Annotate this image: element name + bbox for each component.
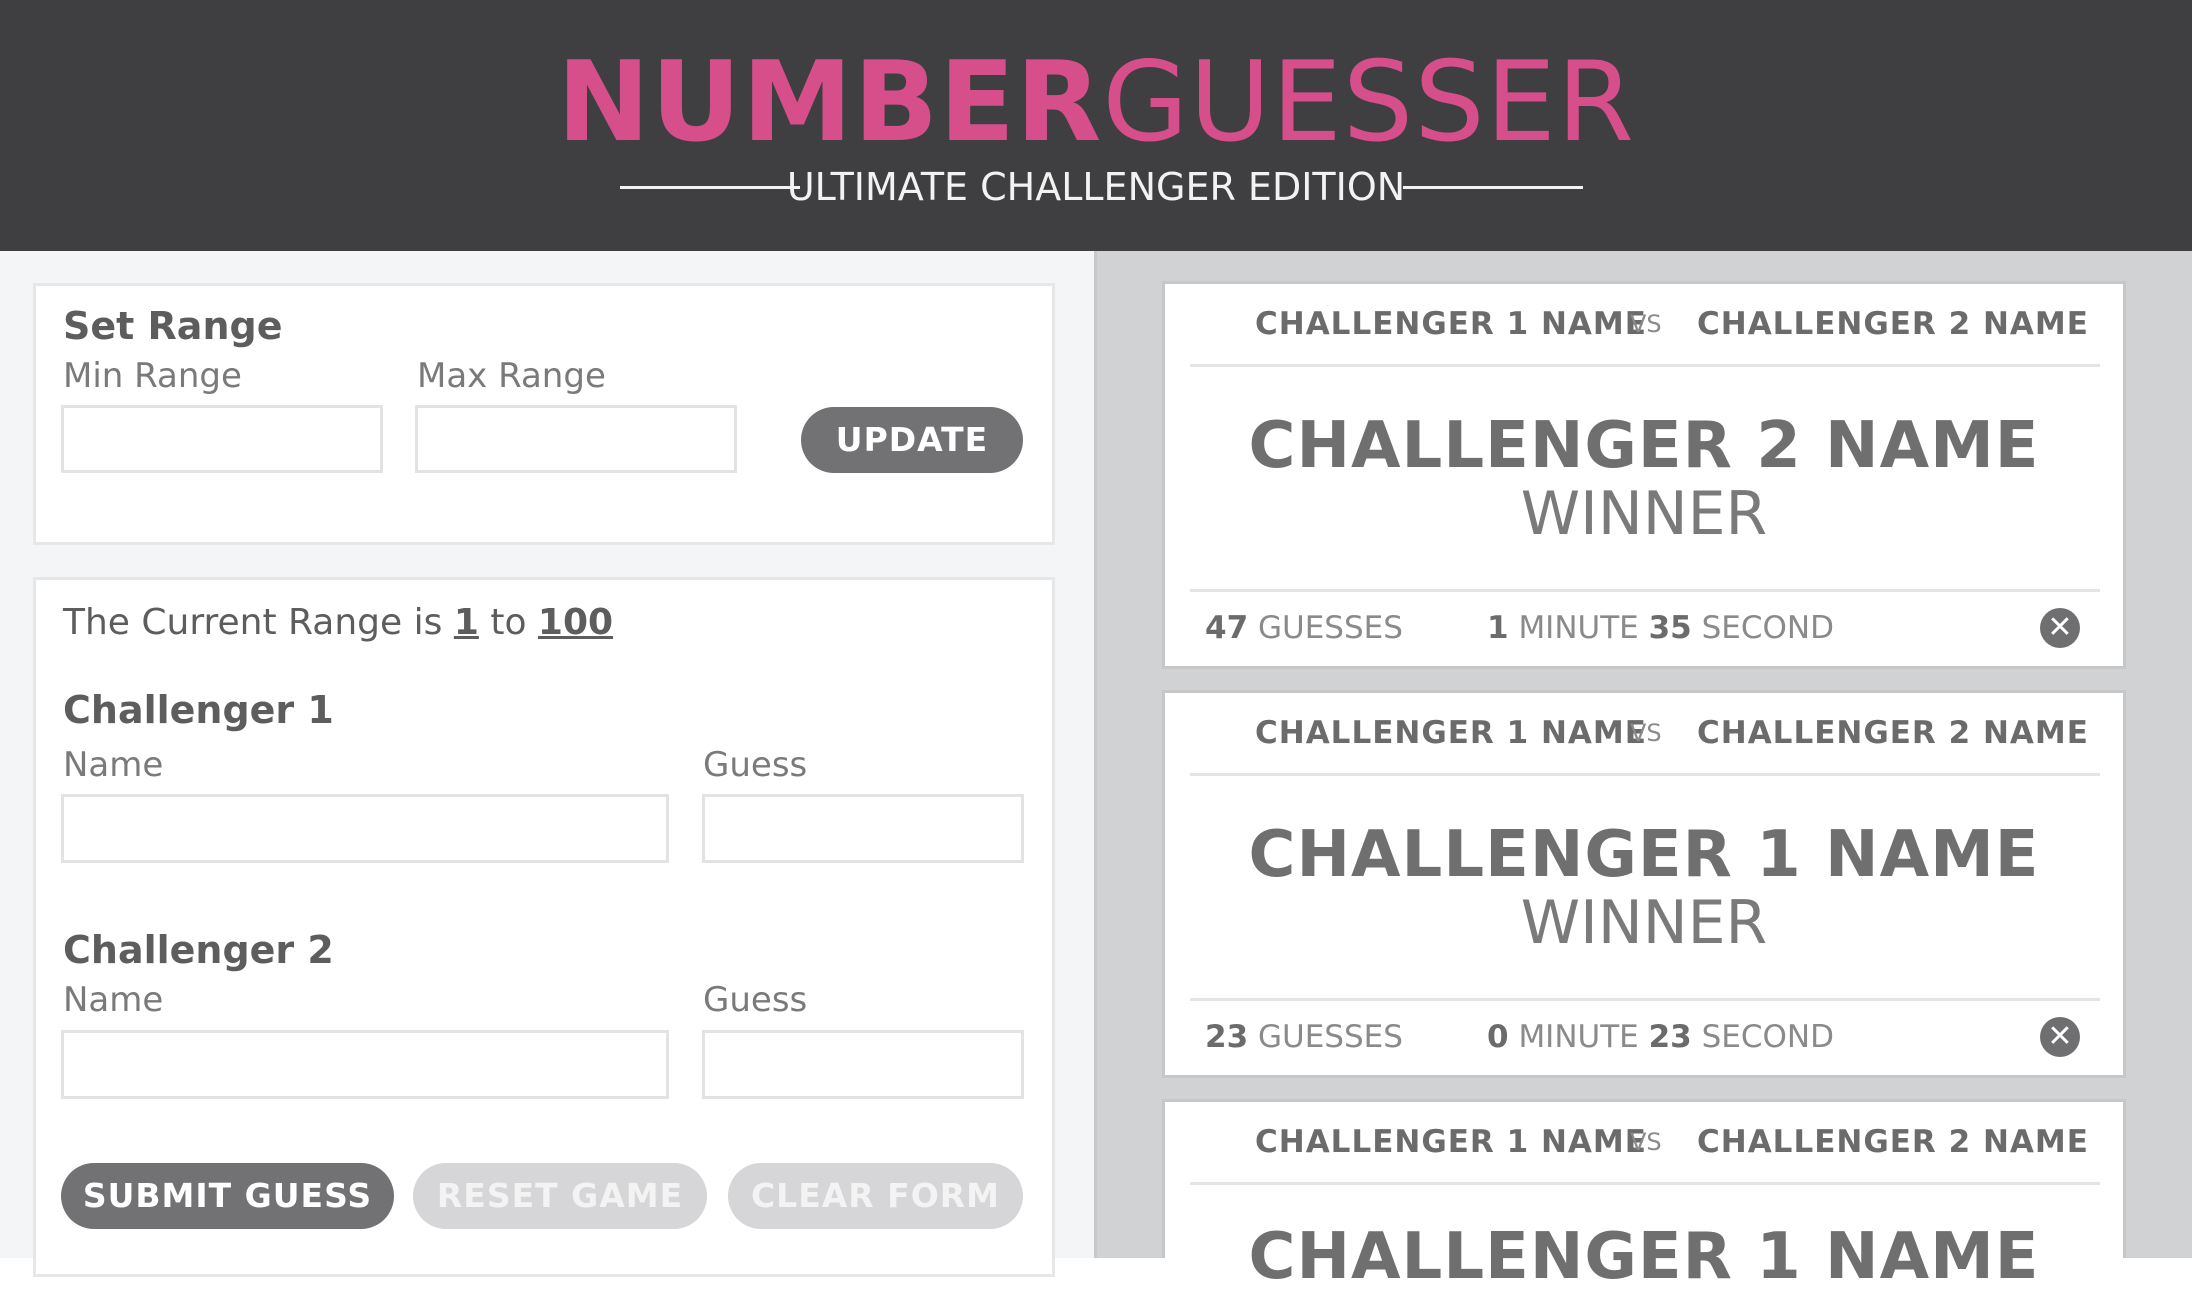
challenger2-heading: Challenger 2 (63, 928, 334, 972)
challenger1-name-label: Name (63, 745, 164, 785)
card-second-label: SECOND (1701, 610, 1834, 646)
card-challenger2-name: CHALLENGER 2 NAME (1697, 306, 2089, 342)
challenger1-heading: Challenger 1 (63, 688, 334, 732)
app-title-bold: NUMBER (557, 38, 1103, 167)
card-winner-label: WINNER (1520, 479, 1768, 549)
app-title: NUMBERGUESSER (0, 38, 2192, 168)
card-challenger1-name: CHALLENGER 1 NAME (1255, 1124, 1647, 1160)
card-guesses: 47 GUESSES (1205, 610, 1403, 646)
card-minute-label: MINUTE (1518, 610, 1639, 646)
max-range-input[interactable] (415, 405, 737, 473)
card-minutes: 1 (1487, 610, 1509, 646)
card-challenger1-name: CHALLENGER 1 NAME (1255, 306, 1647, 342)
card-winner-name: CHALLENGER 2 NAME (1248, 409, 2040, 483)
min-range-label: Min Range (63, 356, 242, 396)
current-range-max: 100 (537, 602, 614, 643)
app-subtitle: ULTIMATE CHALLENGER EDITION (786, 165, 1406, 209)
current-range-to: to (490, 602, 527, 643)
card-second-label: SECOND (1701, 1019, 1834, 1055)
result-card: CHALLENGER 1 NAME VS CHALLENGER 2 NAME C… (1162, 690, 2126, 1078)
card-vs: VS (1630, 719, 1662, 747)
challenger2-guess-label: Guess (703, 980, 808, 1020)
challenger1-guess-label: Guess (703, 745, 808, 785)
min-range-input[interactable] (61, 405, 383, 473)
challenger2-name-label: Name (63, 980, 164, 1020)
challenger2-guess-input[interactable] (702, 1030, 1024, 1099)
card-challenger2-name: CHALLENGER 2 NAME (1697, 715, 2089, 751)
challenger1-name-input[interactable] (61, 794, 669, 863)
card-guesses-count: 47 (1205, 610, 1249, 646)
card-vs: VS (1630, 310, 1662, 338)
close-icon[interactable]: ✕ (2040, 608, 2080, 648)
card-winner-label: WINNER (1520, 888, 1768, 958)
card-divider (1190, 1182, 2100, 1185)
challenger2-name-input[interactable] (61, 1030, 669, 1099)
card-minute-label: MINUTE (1518, 1019, 1639, 1055)
card-winner-name: CHALLENGER 1 NAME (1248, 818, 2040, 892)
card-divider (1190, 998, 2100, 1001)
card-challenger2-name: CHALLENGER 2 NAME (1697, 1124, 2089, 1160)
submit-guess-button[interactable]: SUBMIT GUESS (61, 1163, 394, 1229)
card-vs: VS (1630, 1128, 1662, 1156)
card-time: 1 MINUTE 35 SECOND (1487, 610, 1834, 646)
current-range-min: 1 (453, 602, 479, 643)
card-seconds: 35 (1648, 610, 1692, 646)
card-guesses-label: GUESSES (1258, 610, 1403, 646)
app-header: NUMBERGUESSER ULTIMATE CHALLENGER EDITIO… (0, 0, 2192, 251)
card-guesses-count: 23 (1205, 1019, 1249, 1055)
card-divider (1190, 589, 2100, 592)
card-seconds: 23 (1648, 1019, 1692, 1055)
card-guesses-label: GUESSES (1258, 1019, 1403, 1055)
card-winner-name: CHALLENGER 1 NAME (1248, 1220, 2040, 1294)
card-divider (1190, 773, 2100, 776)
max-range-label: Max Range (417, 356, 606, 396)
update-button[interactable]: UPDATE (801, 407, 1023, 473)
card-divider (1190, 364, 2100, 367)
clear-form-button[interactable]: CLEAR FORM (728, 1163, 1023, 1229)
app-title-light: GUESSER (1102, 38, 1635, 167)
current-range-prefix: The Current Range is (63, 602, 443, 643)
set-range-heading: Set Range (63, 304, 283, 348)
card-time: 0 MINUTE 23 SECOND (1487, 1019, 1834, 1055)
subtitle-rule-right (1403, 186, 1583, 189)
reset-game-button[interactable]: RESET GAME (413, 1163, 707, 1229)
result-card: CHALLENGER 1 NAME VS CHALLENGER 2 NAME C… (1162, 281, 2126, 669)
card-minutes: 0 (1487, 1019, 1509, 1055)
result-card: CHALLENGER 1 NAME VS CHALLENGER 2 NAME C… (1162, 1099, 2126, 1294)
card-guesses: 23 GUESSES (1205, 1019, 1403, 1055)
challenger1-guess-input[interactable] (702, 794, 1024, 863)
current-range-text: The Current Range is 1 to 100 (63, 602, 613, 643)
close-icon[interactable]: ✕ (2040, 1017, 2080, 1057)
card-challenger1-name: CHALLENGER 1 NAME (1255, 715, 1647, 751)
